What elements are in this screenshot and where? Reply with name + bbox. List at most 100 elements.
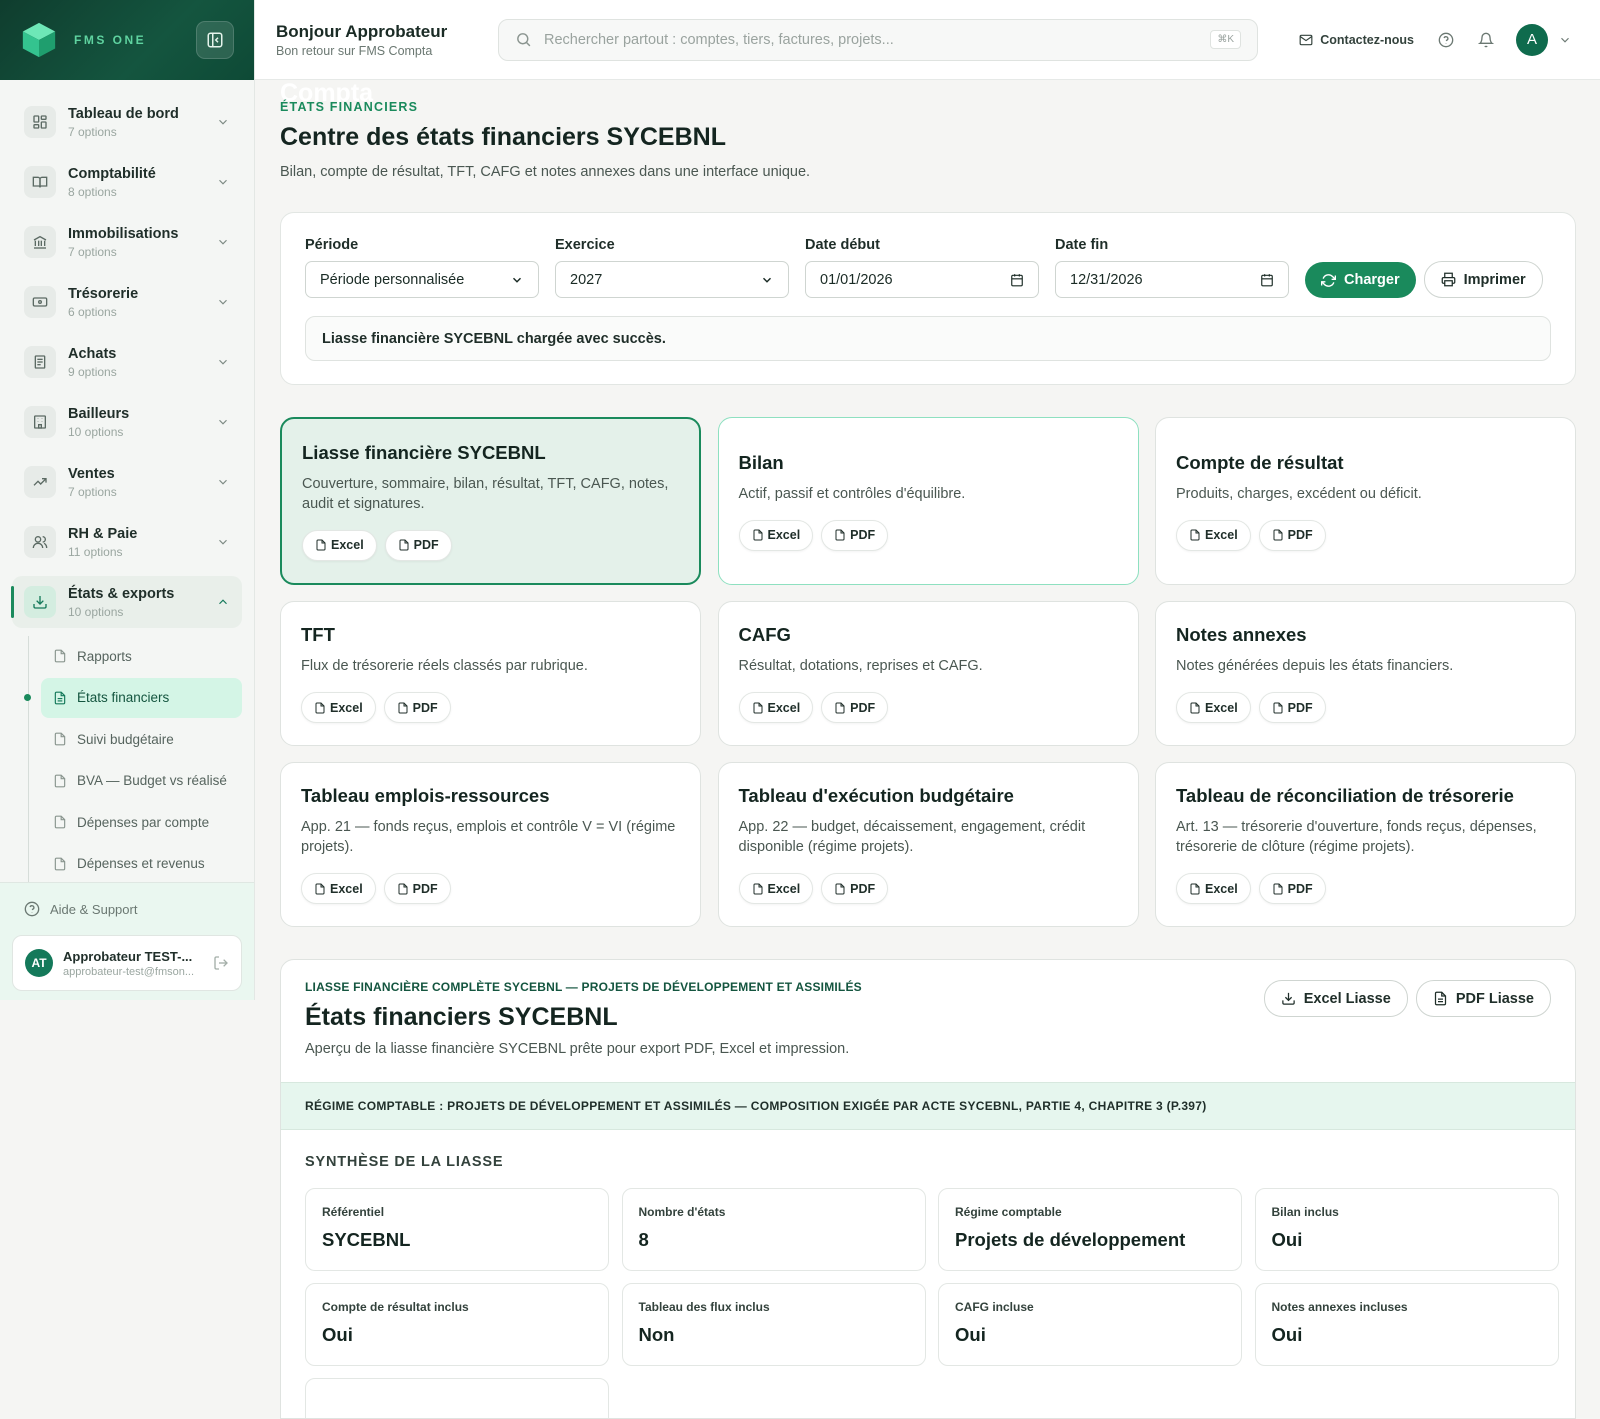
card-description: Couverture, sommaire, bilan, résultat, T…: [302, 475, 669, 512]
chip-label: Excel: [1205, 881, 1238, 896]
synthese-cell: [305, 1378, 609, 1418]
synthese-value: Projets de développement: [955, 1229, 1186, 1250]
sidebar-item-count: 10 options: [68, 604, 124, 619]
card-cafg[interactable]: CAFG Résultat, dotations, reprises et CA…: [717, 601, 1139, 746]
user-card[interactable]: AT Approbateur TEST-... approbateur-test…: [12, 935, 242, 991]
synthese-label: Bilan inclus: [1271, 1205, 1339, 1219]
contact-button[interactable]: Contactez-nous: [1299, 33, 1414, 47]
sidebar-item-count: 8 options: [68, 184, 117, 199]
file-icon: [1273, 883, 1283, 894]
sidebar-item-tableau-de-bord[interactable]: Tableau de bord 7 options: [12, 96, 242, 148]
excel-export-button[interactable]: Excel: [301, 873, 376, 904]
card-compte-de-resultat[interactable]: Compte de résultat Produits, charges, ex…: [1155, 417, 1576, 585]
file-icon: [54, 649, 66, 663]
sidebar-item-achats[interactable]: Achats 9 options: [12, 336, 242, 388]
chevron-down-icon: [762, 277, 772, 283]
excel-export-button[interactable]: Excel: [738, 873, 814, 904]
periode-label: Période: [305, 237, 359, 253]
sidebar-item-comptabilite[interactable]: Comptabilité 8 options: [12, 156, 242, 208]
synthese-cell: Nombre d'états 8: [621, 1188, 926, 1271]
excel-export-button[interactable]: Excel: [1176, 519, 1251, 551]
synthese-cell: Notes annexes incluses Oui: [1254, 1283, 1559, 1366]
card-liasse[interactable]: Liasse financière SYCEBNL Couverture, so…: [280, 417, 701, 585]
synthese-cell: Régime comptable Projets de développement: [938, 1188, 1242, 1271]
imprimer-label: Imprimer: [1463, 271, 1526, 288]
bell-icon[interactable]: [1478, 32, 1494, 48]
card-notes-annexes[interactable]: Notes annexes Notes générées depuis les …: [1155, 601, 1576, 746]
sidebar-item-immobilisations[interactable]: Immobilisations 7 options: [12, 216, 242, 268]
pdf-export-button[interactable]: PDF: [821, 692, 889, 723]
excel-export-button[interactable]: Excel: [738, 692, 814, 723]
imprimer-button[interactable]: Imprimer: [1423, 261, 1543, 298]
card-tableau-execution-budgetaire[interactable]: Tableau d'exécution budgétaire App. 22 —…: [717, 762, 1139, 927]
pdf-export-button[interactable]: PDF: [1258, 873, 1326, 904]
excel-export-button[interactable]: Excel: [302, 529, 377, 561]
sidebar-item-tresorerie[interactable]: Trésorerie 6 options: [12, 276, 242, 328]
exercice-select[interactable]: 2027: [555, 261, 789, 298]
logout-icon[interactable]: [213, 955, 229, 971]
chip-label: PDF: [413, 538, 439, 552]
card-tableau-reconciliation-tresorerie[interactable]: Tableau de réconciliation de trésorerie …: [1155, 762, 1576, 927]
pdf-liasse-button[interactable]: PDF Liasse: [1415, 980, 1551, 1017]
pdf-export-button[interactable]: PDF: [1258, 519, 1326, 551]
help-support-link[interactable]: Aide & Support: [0, 883, 254, 917]
pdf-export-button[interactable]: PDF: [1258, 692, 1326, 723]
chevron-down-icon: [219, 539, 227, 545]
file-icon: [753, 883, 762, 894]
date-debut-input[interactable]: 01/01/2026: [805, 261, 1039, 298]
synthese-value: SYCEBNL: [322, 1229, 411, 1250]
user-email: approbateur-test@fmson...: [63, 965, 195, 978]
calendar-icon[interactable]: [1260, 273, 1274, 287]
chip-label: PDF: [850, 700, 876, 715]
subnav-item-etats-financiers[interactable]: États financiers: [41, 677, 242, 718]
sidebar-item-bailleurs[interactable]: Bailleurs 10 options: [12, 396, 242, 448]
chevron-down-icon[interactable]: [1558, 33, 1572, 47]
chip-label: Excel: [1205, 700, 1238, 715]
pdf-export-button[interactable]: PDF: [383, 873, 451, 904]
card-title: Tableau emplois-ressources: [301, 785, 550, 806]
pdf-export-button[interactable]: PDF: [383, 692, 451, 723]
sidebar-item-rh-paie[interactable]: RH & Paie 11 options: [12, 516, 242, 568]
contact-label: Contactez-nous: [1320, 32, 1414, 47]
chip-label: PDF: [850, 528, 876, 542]
calendar-icon[interactable]: [1010, 273, 1024, 287]
card-tft[interactable]: TFT Flux de trésorerie réels classés par…: [280, 601, 701, 746]
sidebar-collapse-button[interactable]: [196, 21, 234, 59]
periode-select[interactable]: Période personnalisée: [305, 261, 539, 298]
regime-banner: RÉGIME COMPTABLE : PROJETS DE DÉVELOPPEM…: [281, 1082, 1575, 1130]
sidebar-item-label: Achats: [68, 345, 117, 362]
pdf-export-button[interactable]: PDF: [821, 873, 889, 904]
global-search-input[interactable]: Rechercher partout : comptes, tiers, fac…: [498, 18, 1258, 61]
chip-label: Excel: [767, 700, 801, 715]
excel-export-button[interactable]: Excel: [1176, 692, 1251, 723]
subnav-item-depenses-par-compte[interactable]: Dépenses par compte: [41, 802, 242, 842]
sidebar-item-etats-exports[interactable]: États & exports 10 options: [11, 576, 242, 628]
synthese-grid: Référentiel SYCEBNL Nombre d'états 8 Régim…: [305, 1188, 1559, 1418]
synthese-label: Notes annexes incluses: [1271, 1300, 1408, 1314]
card-title: Compte de résultat: [1176, 451, 1344, 473]
subnav-item-bva[interactable]: BVA — Budget vs réalisé: [41, 761, 242, 801]
file-icon: [753, 529, 762, 541]
pdf-export-button[interactable]: PDF: [821, 519, 889, 551]
excel-export-button[interactable]: Excel: [301, 692, 376, 723]
user-avatar-button[interactable]: A: [1516, 23, 1548, 56]
subnav-item-suivi-budgetaire[interactable]: Suivi budgétaire: [41, 719, 242, 759]
pdf-export-button[interactable]: PDF: [384, 529, 452, 561]
excel-liasse-button[interactable]: Excel Liasse: [1263, 980, 1408, 1017]
excel-export-button[interactable]: Excel: [1176, 873, 1251, 904]
building-icon: [24, 406, 56, 438]
sidebar-item-ventes[interactable]: Ventes 7 options: [12, 456, 242, 508]
liasse-description: Aperçu de la liasse financière SYCEBNL p…: [305, 1041, 850, 1057]
charger-button[interactable]: Charger: [1305, 262, 1416, 298]
subnav-item-rapports[interactable]: Rapports: [41, 636, 242, 676]
subnav-item-depenses-et-revenus[interactable]: Dépenses et revenus: [41, 844, 242, 884]
date-fin-input[interactable]: 12/31/2026: [1055, 261, 1289, 298]
excel-export-button[interactable]: Excel: [738, 519, 814, 551]
file-icon: [835, 702, 845, 713]
sidebar-item-label: Bailleurs: [68, 405, 130, 422]
card-tableau-emplois-ressources[interactable]: Tableau emplois-ressources App. 21 — fon…: [280, 762, 701, 927]
card-title: TFT: [301, 624, 335, 645]
charger-label: Charger: [1344, 272, 1400, 288]
help-circle-icon[interactable]: [1438, 32, 1454, 48]
card-bilan[interactable]: Bilan Actif, passif et contrôles d'équil…: [717, 417, 1139, 585]
